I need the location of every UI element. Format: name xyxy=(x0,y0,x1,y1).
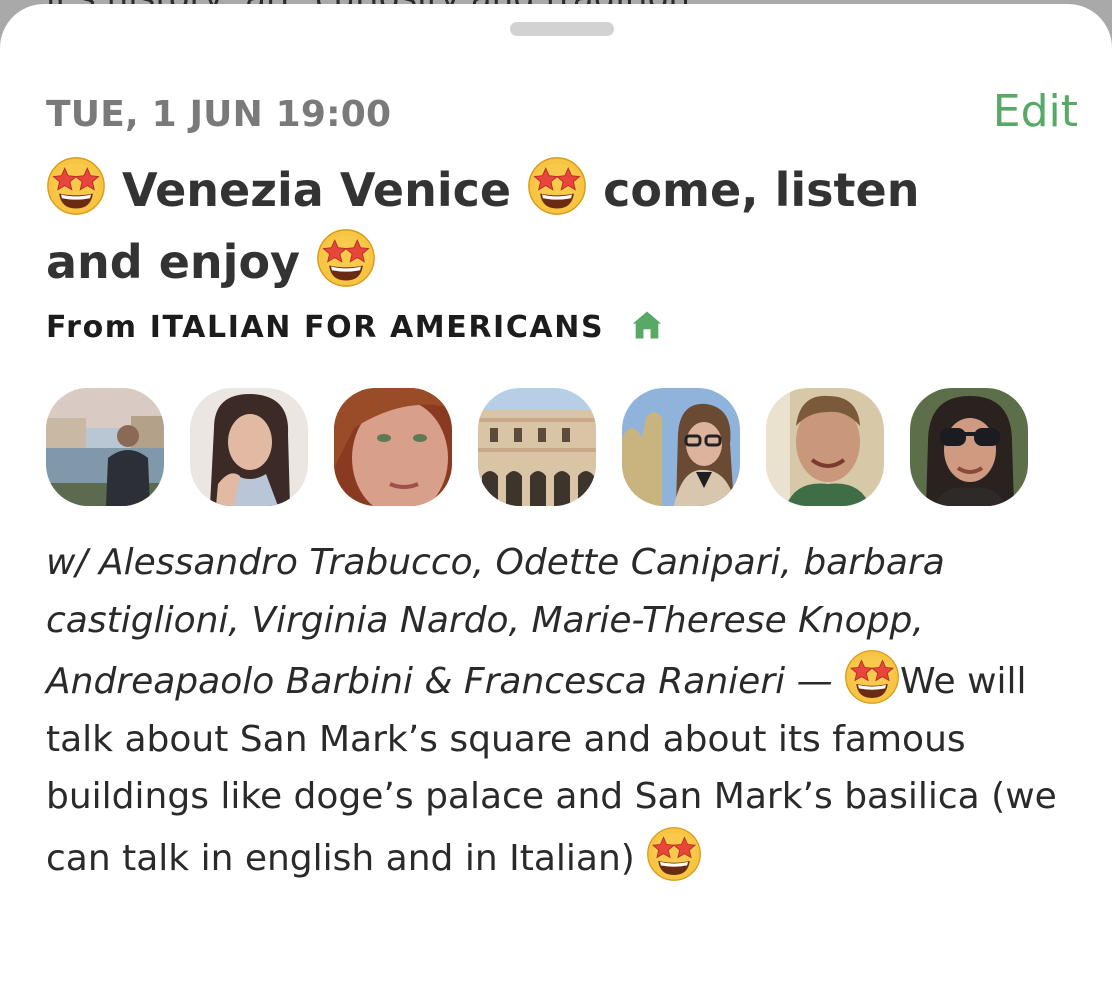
club-name[interactable]: ITALIAN FOR AMERICANS xyxy=(150,310,604,345)
star-struck-emoji-icon xyxy=(527,156,587,216)
sheet-drag-handle[interactable] xyxy=(510,22,614,36)
event-date: TUE, 1 JUN 19:00 xyxy=(46,94,392,135)
star-struck-emoji-icon xyxy=(316,228,376,288)
event-title-part-3: and enjoy xyxy=(46,235,301,289)
star-struck-emoji-icon xyxy=(46,156,106,216)
avatar-virginia-nardo[interactable] xyxy=(478,388,596,506)
event-title: Venezia Venice come, listen and enjoy xyxy=(46,154,946,298)
star-struck-emoji-icon xyxy=(646,826,702,882)
club-line[interactable]: From ITALIAN FOR AMERICANS xyxy=(46,308,664,345)
avatar-marie-therese-knopp[interactable] xyxy=(622,388,740,506)
event-title-part-2: come, listen xyxy=(603,163,920,217)
avatar-alessandro-trabucco[interactable] xyxy=(46,388,164,506)
club-prefix: From xyxy=(46,310,138,345)
avatar-odette-canipari[interactable] xyxy=(190,388,308,506)
edit-button[interactable]: Edit xyxy=(993,86,1078,137)
avatar-francesca-ranieri[interactable] xyxy=(910,388,1028,506)
event-title-part-1: Venezia Venice xyxy=(122,163,512,217)
with-prefix: w/ xyxy=(46,542,88,583)
avatar-barbara-castiglioni[interactable] xyxy=(334,388,452,506)
avatar-andreapaolo-barbini[interactable] xyxy=(766,388,884,506)
speaker-avatars xyxy=(46,388,1028,506)
speaker-list[interactable]: Alessandro Trabucco, Odette Canipari, ba… xyxy=(46,542,945,702)
star-struck-emoji-icon xyxy=(844,649,900,705)
event-description: w/ Alessandro Trabucco, Odette Canipari,… xyxy=(46,534,1086,887)
event-sheet: TUE, 1 JUN 19:00 Edit Venezia Venice com… xyxy=(0,4,1112,994)
house-icon xyxy=(633,311,662,339)
